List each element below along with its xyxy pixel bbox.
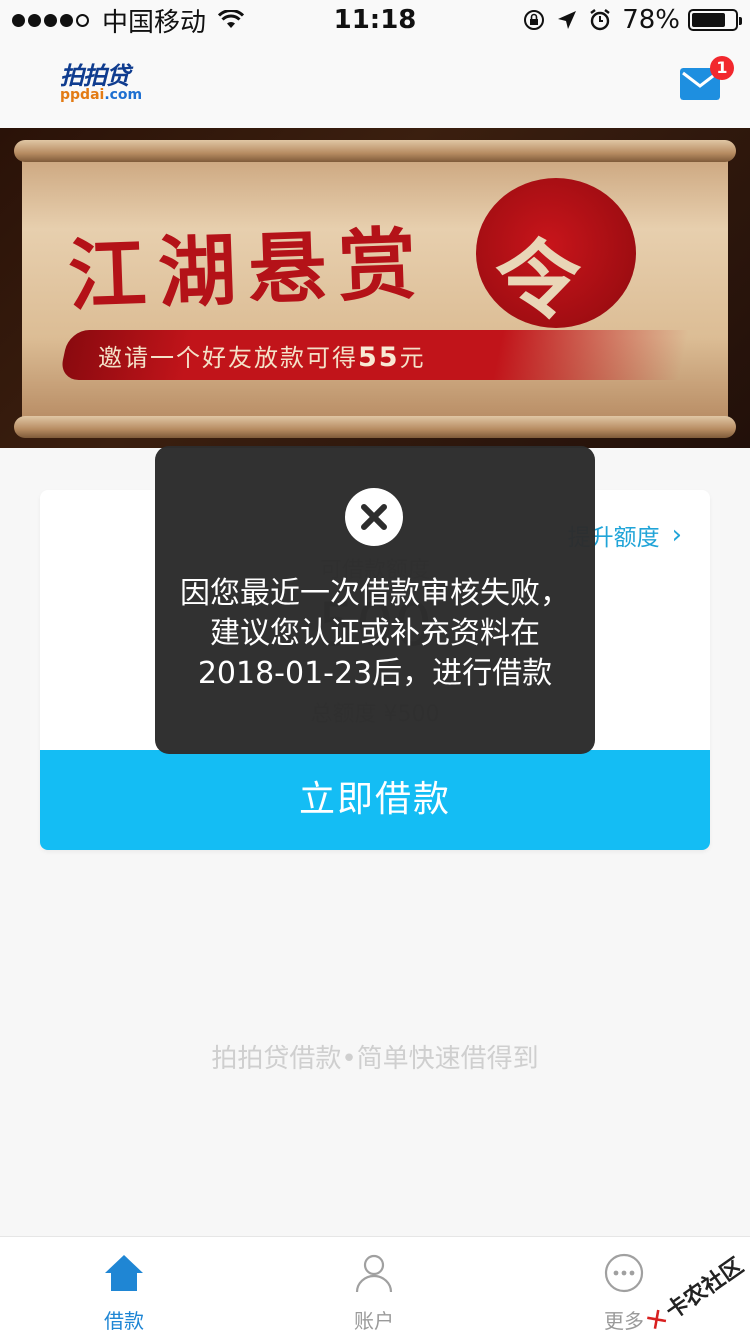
mail-badge: 1 [710,56,734,80]
chevron-right-icon: › [671,520,682,550]
more-icon [604,1253,644,1293]
subtitle-amount: 55 [358,342,400,373]
battery-percent: 78% [622,5,680,35]
battery-icon [688,9,742,31]
scroll-rod-bottom [14,416,736,438]
promo-banner[interactable]: 令 江湖悬赏 邀请一个好友放款可得55元 [0,128,750,448]
banner-title: 江湖悬赏 [66,218,430,323]
user-icon [355,1254,393,1293]
tab-account[interactable]: 账户 [314,1237,434,1334]
subtitle-prefix: 邀请一个好友放款可得 [98,344,358,372]
tab-borrow[interactable]: 借款 [64,1237,184,1334]
status-bar: 中国移动 11:18 78% [0,0,750,40]
slogan: 拍拍贷借款•简单快速借得到 [211,1044,539,1074]
close-circle-icon [345,488,403,546]
logo-domain-tld: .com [104,87,143,103]
rotation-lock-icon [524,10,545,30]
logo-domain: ppdai.com [60,88,142,102]
logo-text: 拍拍贷 [60,62,130,90]
tab-borrow-label: 借款 [104,1309,144,1333]
tab-account-label: 账户 [354,1309,394,1333]
home-icon [105,1255,143,1291]
ppdai-logo: 拍拍贷 ppdai.com [60,64,142,102]
subtitle-suffix: 元 [399,344,426,372]
tab-bar: 借款 账户 更多 [0,1236,750,1334]
scroll-rod-top [14,140,736,162]
error-toast: 因您最近一次借款审核失败，建议您认证或补充资料在2018-01-23后，进行借款 [155,446,595,754]
borrow-now-button[interactable]: 立即借款 [40,750,710,850]
banner-subtitle: 邀请一个好友放款可得55元 [98,338,426,373]
seal-character: 令 [495,230,581,331]
toast-message: 因您最近一次借款审核失败，建议您认证或补充资料在2018-01-23后，进行借款 [180,576,570,691]
logo-domain-name: ppdai [60,87,105,103]
app-header: 拍拍贷 ppdai.com [0,40,750,128]
alarm-icon [590,9,610,31]
location-arrow-icon [558,11,577,29]
